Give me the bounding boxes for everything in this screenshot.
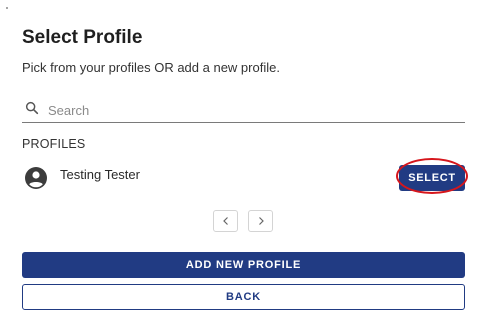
profiles-section-label: PROFILES bbox=[22, 137, 86, 151]
chevron-left-icon bbox=[221, 214, 231, 229]
previous-page-button[interactable] bbox=[213, 210, 238, 232]
search-icon bbox=[22, 100, 40, 121]
search-input[interactable] bbox=[48, 102, 428, 118]
profile-list-item: Testing Tester SELECT bbox=[22, 158, 468, 196]
account-circle-icon bbox=[24, 166, 48, 190]
dialog-subtitle: Pick from your profiles OR add a new pro… bbox=[22, 60, 280, 75]
chevron-right-icon bbox=[256, 214, 266, 229]
pagination bbox=[213, 210, 273, 232]
corner-dot bbox=[6, 7, 8, 9]
search-field[interactable] bbox=[22, 98, 465, 123]
next-page-button[interactable] bbox=[248, 210, 273, 232]
select-profile-button[interactable]: SELECT bbox=[399, 165, 465, 191]
dialog-title: Select Profile bbox=[22, 27, 143, 48]
add-new-profile-button[interactable]: ADD NEW PROFILE bbox=[22, 252, 465, 278]
profile-name: Testing Tester bbox=[60, 167, 140, 182]
back-button[interactable]: BACK bbox=[22, 284, 465, 310]
